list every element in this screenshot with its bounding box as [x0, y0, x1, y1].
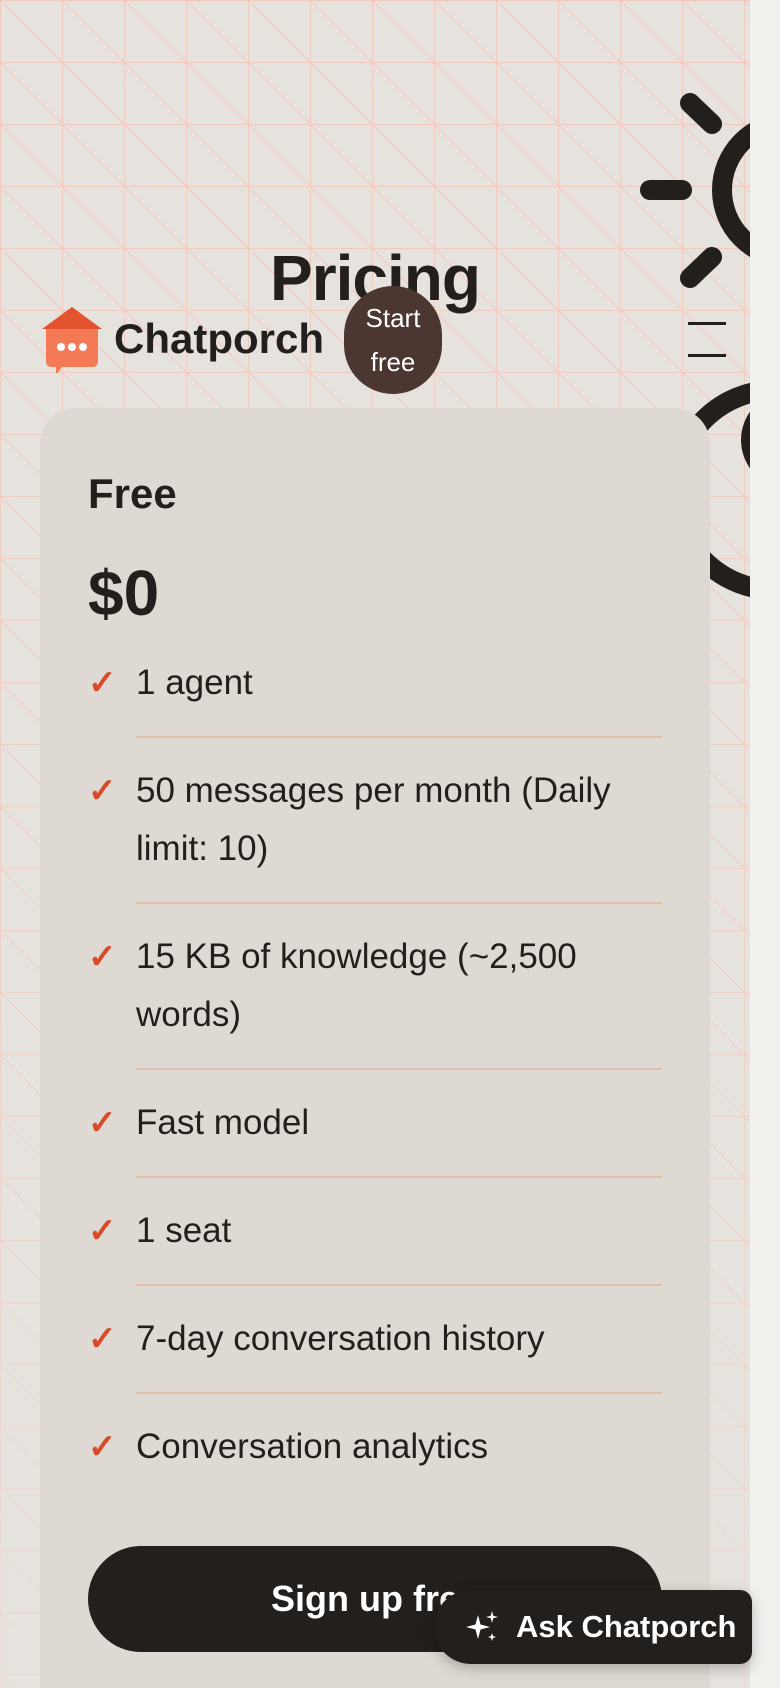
feature-text: 15 KB of knowledge (~2,500 words) — [136, 928, 662, 1070]
brand-logo-link[interactable]: Chatporch — [40, 305, 324, 373]
feature-list: ✓ 1 agent ✓ 50 messages per month (Daily l… — [88, 654, 662, 1524]
plan-price: $0 — [88, 557, 160, 629]
feature-item: ✓ 1 seat — [88, 1202, 662, 1310]
feature-item: ✓ 7-day conversation history — [88, 1310, 662, 1418]
feature-text: 1 agent — [136, 654, 662, 738]
feature-text: 7-day conversation history — [136, 1310, 662, 1394]
page-gutter — [750, 0, 780, 1688]
check-icon: ✓ — [88, 772, 117, 810]
hamburger-menu-icon[interactable] — [688, 320, 726, 358]
feature-item: ✓ Fast model — [88, 1094, 662, 1202]
check-icon: ✓ — [88, 1104, 117, 1142]
feature-item: ✓ 50 messages per month (Daily limit: 10) — [88, 762, 662, 928]
sparkle-icon — [466, 1611, 498, 1641]
ask-chatporch-button[interactable]: Ask Chatporch — [434, 1590, 752, 1664]
feature-text: Fast model — [136, 1094, 662, 1178]
chat-house-logo-icon — [42, 307, 102, 373]
feature-item: ✓ Conversation analytics — [88, 1418, 662, 1524]
check-icon: ✓ — [88, 1212, 117, 1250]
start-free-button[interactable]: Start free — [344, 286, 442, 394]
page-background: Pricing Chatporch Start free Free $0 ✓ 1 … — [0, 0, 750, 1688]
check-icon: ✓ — [88, 938, 117, 976]
check-icon: ✓ — [88, 664, 117, 702]
ask-chatporch-label: Ask Chatporch — [516, 1609, 737, 1644]
brand-name: Chatporch — [114, 315, 324, 362]
check-icon: ✓ — [88, 1428, 117, 1466]
feature-text: 1 seat — [136, 1202, 662, 1286]
pricing-card-free: Free $0 ✓ 1 agent ✓ 50 messages per month … — [40, 408, 710, 1688]
feature-text: 50 messages per month (Daily limit: 10) — [136, 762, 662, 904]
feature-text: Conversation analytics — [136, 1427, 489, 1466]
feature-item: ✓ 1 agent — [88, 654, 662, 762]
feature-item: ✓ 15 KB of knowledge (~2,500 words) — [88, 928, 662, 1094]
check-icon: ✓ — [88, 1320, 117, 1358]
plan-name: Free — [88, 470, 177, 517]
